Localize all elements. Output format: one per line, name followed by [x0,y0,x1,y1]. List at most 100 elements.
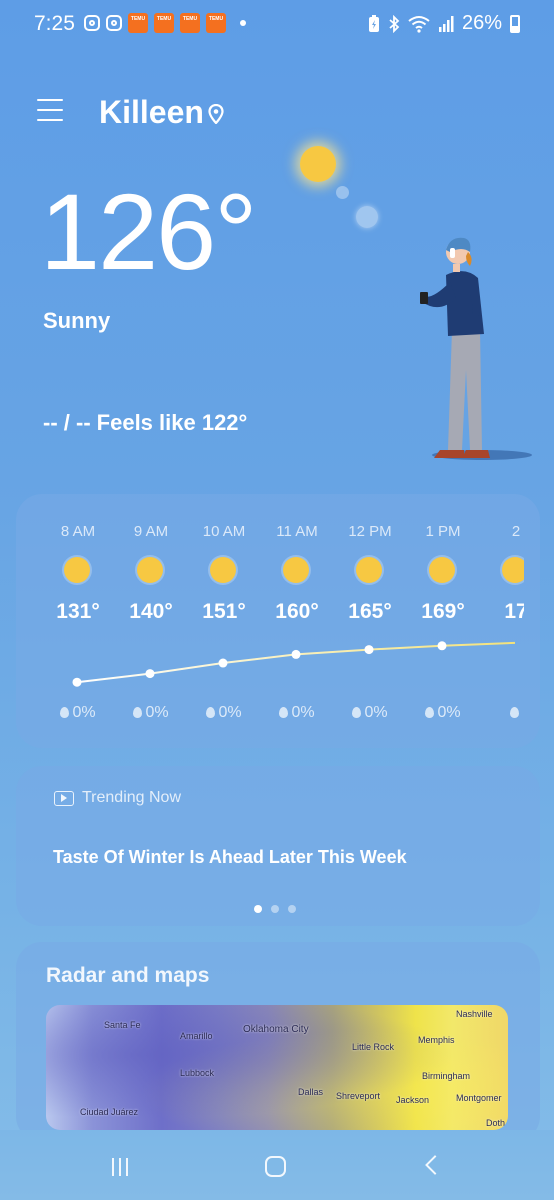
hour-time: 2 [511,523,521,540]
trending-card[interactable]: Trending Now Taste Of Winter Is Ahead La… [16,766,540,926]
location-pin-icon [208,104,224,124]
signal-icon [438,15,454,32]
carousel-dot[interactable] [288,905,296,913]
battery-saver-icon [368,14,379,32]
trend-point [145,669,155,679]
hour-temperature: 160° [275,600,319,623]
precipitation-chance: 0% [335,704,405,722]
battery-percent: 26% [461,12,502,34]
sun-illustration [300,146,336,182]
hamburger-icon [37,99,63,101]
raindrop-icon [510,707,519,718]
raindrop-icon [279,707,289,718]
video-play-icon [54,790,74,806]
temu-icon: TEMU [206,13,226,33]
status-bar: 7:25 TEMU TEMU TEMU TEMU 26% [0,0,554,48]
system-navigation-bar [0,1130,554,1200]
hour-temperature: 140° [129,600,173,623]
trend-point [218,658,228,668]
radar-map[interactable]: Santa Fe Amarillo Oklahoma City Nashvill… [46,1005,508,1130]
trend-point [72,677,82,687]
bubble-decoration [336,186,349,199]
sunny-icon [356,557,382,583]
map-label: Nashville [456,1009,493,1019]
map-label: Dallas [298,1087,324,1097]
status-time: 7:25 [34,12,75,35]
radar-title: Radar and maps [46,964,210,987]
city-name[interactable]: Killeen [99,94,204,131]
hour-time: 1 PM [425,523,461,540]
map-label: Memphis [418,1035,455,1045]
temu-icon: TEMU [180,13,200,33]
sunny-icon [210,557,236,583]
trend-line [76,641,516,684]
wifi-icon [408,15,430,33]
home-button[interactable] [265,1156,286,1177]
trending-title[interactable]: Taste Of Winter Is Ahead Later This Week [53,847,407,868]
trending-heading: Trending Now [82,789,182,806]
precipitation-chance: 0% [262,704,332,722]
bubble-decoration [356,206,378,228]
carousel-dot[interactable] [254,905,262,913]
hour-temperature: 165° [348,600,392,623]
trend-point [364,645,374,655]
precipitation-chance [481,704,524,722]
hour-time: 12 PM [348,523,392,540]
precipitation-chance: 0% [43,704,113,722]
radar-card[interactable]: Radar and maps Santa Fe Amarillo Oklahom… [16,942,540,1142]
hour-time: 10 AM [202,523,246,540]
map-label: Oklahoma City [243,1024,309,1035]
raindrop-icon [206,707,216,718]
temu-icon: TEMU [128,13,148,33]
carousel-dot[interactable] [271,905,279,913]
menu-button[interactable] [37,99,63,121]
trending-header: Trending Now [54,789,181,807]
precipitation-chance: 0% [189,704,259,722]
map-label: Little Rock [352,1042,395,1052]
hi-lo-feels-like: -- / -- Feels like 122° [43,410,247,436]
notification-icons: TEMU TEMU TEMU TEMU [84,13,246,33]
sunny-icon [64,557,90,583]
raindrop-icon [352,707,362,718]
sunny-icon [137,557,163,583]
map-label: Lubbock [180,1068,215,1078]
hour-temperature: 17 [504,600,524,623]
hour-time: 11 AM [276,523,318,540]
raindrop-icon [425,707,435,718]
hourly-forecast-card[interactable]: 8 AM 131° 0% 9 AM 140° 0% 10 AM 151° 0% 11 AM 160°… [16,494,540,748]
instagram-icon [84,15,100,31]
map-label: Ciudad Juárez [80,1107,139,1117]
hour-temperature: 151° [202,600,246,623]
hi-lo: -- / -- [43,410,91,435]
sunny-icon [283,557,309,583]
carousel-indicator [254,905,296,913]
battery-icon [510,14,520,33]
map-label: Santa Fe [104,1020,141,1030]
map-label: Birmingham [422,1071,471,1081]
hour-temperature: 169° [421,600,465,623]
raindrop-icon [60,707,70,718]
map-label: Montgomer [456,1093,502,1103]
sunny-icon [502,557,524,583]
recent-apps-button[interactable] [112,1158,134,1176]
trend-point [437,641,447,651]
hour-temperature: 131° [56,600,100,623]
instagram-icon [106,15,122,31]
map-label: Amarillo [180,1031,213,1041]
more-notifications-dot-icon [240,20,246,26]
map-label: Shreveport [336,1091,381,1101]
precipitation-chance: 0% [116,704,186,722]
trend-point [291,649,301,659]
status-right: 26% [368,12,520,35]
hour-time: 8 AM [60,523,96,540]
feels-like: Feels like 122° [96,410,248,435]
sunny-icon [429,557,455,583]
map-label: Jackson [396,1095,430,1105]
hourly-scroll[interactable]: 8 AM 131° 0% 9 AM 140° 0% 10 AM 151° 0% 11 AM 160°… [16,494,524,748]
back-button[interactable] [425,1155,445,1175]
raindrop-icon [133,707,143,718]
current-temperature: 126° [40,171,257,292]
temu-icon: TEMU [154,13,174,33]
bluetooth-icon [389,14,400,33]
current-condition: Sunny [43,308,111,333]
